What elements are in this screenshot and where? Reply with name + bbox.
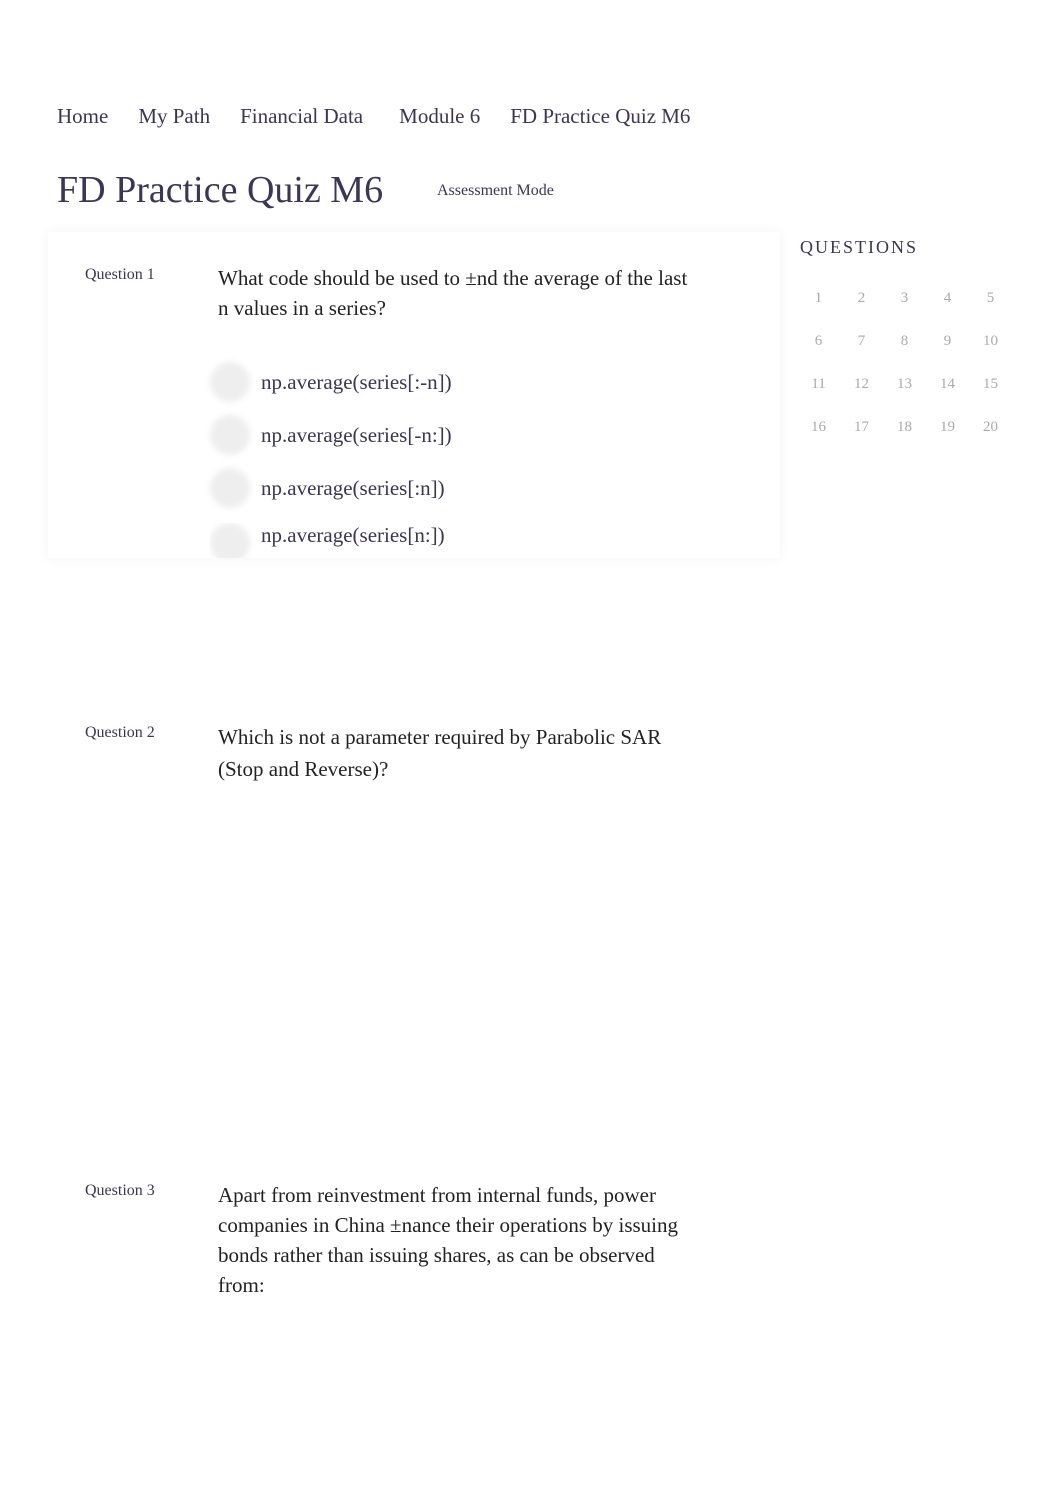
option-label: np.average(series[n:]) xyxy=(261,523,445,547)
question-3-text: Apart from reinvestment from internal fu… xyxy=(218,1183,679,1297)
breadcrumb-home[interactable]: Home xyxy=(57,104,108,129)
question-nav-9[interactable]: 9 xyxy=(926,333,969,356)
question-1-label: Question 1 xyxy=(85,266,155,283)
question-nav-10[interactable]: 10 xyxy=(969,333,1012,356)
breadcrumb-financial-data[interactable]: Financial Data xyxy=(240,104,363,129)
page: Home My Path Financial Data Module 6 FD … xyxy=(0,0,1062,1506)
question-nav-18[interactable]: 18 xyxy=(883,419,926,442)
question-nav-19[interactable]: 19 xyxy=(926,419,969,442)
option-label: np.average(series[:-n]) xyxy=(261,369,452,394)
mode-label: Assessment Mode xyxy=(437,182,554,199)
option-1[interactable]: np.average(series[:-n]) xyxy=(210,362,452,402)
question-nav-7[interactable]: 7 xyxy=(840,333,883,356)
page-title: FD Practice Quiz M6 xyxy=(57,169,384,211)
question-nav-17[interactable]: 17 xyxy=(840,419,883,442)
question-nav-2[interactable]: 2 xyxy=(840,290,883,313)
question-nav-1[interactable]: 1 xyxy=(797,290,840,313)
option-2[interactable]: np.average(series[-n:]) xyxy=(210,415,452,455)
question-nav-3[interactable]: 3 xyxy=(883,290,926,313)
question-2-label: Question 2 xyxy=(85,724,155,741)
question-nav-8[interactable]: 8 xyxy=(883,333,926,356)
radio-icon[interactable] xyxy=(210,415,250,455)
question-nav-6[interactable]: 6 xyxy=(797,333,840,356)
radio-icon[interactable] xyxy=(210,468,250,508)
question-nav-12[interactable]: 12 xyxy=(840,376,883,399)
breadcrumb-my-path[interactable]: My Path xyxy=(138,104,210,129)
option-label: np.average(series[-n:]) xyxy=(261,422,452,447)
question-nav-4[interactable]: 4 xyxy=(926,290,969,313)
option-label: np.average(series[:n]) xyxy=(261,475,445,500)
questions-heading: QUESTIONS xyxy=(800,237,919,257)
radio-icon[interactable] xyxy=(210,523,250,558)
question-nav-5[interactable]: 5 xyxy=(969,290,1012,313)
question-nav-20[interactable]: 20 xyxy=(969,419,1012,442)
question-nav-15[interactable]: 15 xyxy=(969,376,1012,399)
question-2-text: Which is not a parameter required by Par… xyxy=(218,725,662,781)
question-3-label: Question 3 xyxy=(85,1182,155,1199)
option-3[interactable]: np.average(series[:n]) xyxy=(210,468,445,508)
option-4[interactable]: np.average(series[n:]) xyxy=(210,523,445,558)
question-nav-grid: 1 2 3 4 5 6 7 8 9 10 11 12 13 14 15 16 17 18 19 20 xyxy=(797,290,1012,442)
question-nav-13[interactable]: 13 xyxy=(883,376,926,399)
question-nav-16[interactable]: 16 xyxy=(797,419,840,442)
question-nav-11[interactable]: 11 xyxy=(797,376,840,399)
breadcrumb: Home My Path Financial Data Module 6 FD … xyxy=(57,104,720,129)
breadcrumb-current: FD Practice Quiz M6 xyxy=(510,104,691,128)
breadcrumb-module[interactable]: Module 6 xyxy=(399,104,480,129)
radio-icon[interactable] xyxy=(210,362,250,402)
question-1-text: What code should be used to ±nd the aver… xyxy=(218,266,688,320)
question-nav-14[interactable]: 14 xyxy=(926,376,969,399)
